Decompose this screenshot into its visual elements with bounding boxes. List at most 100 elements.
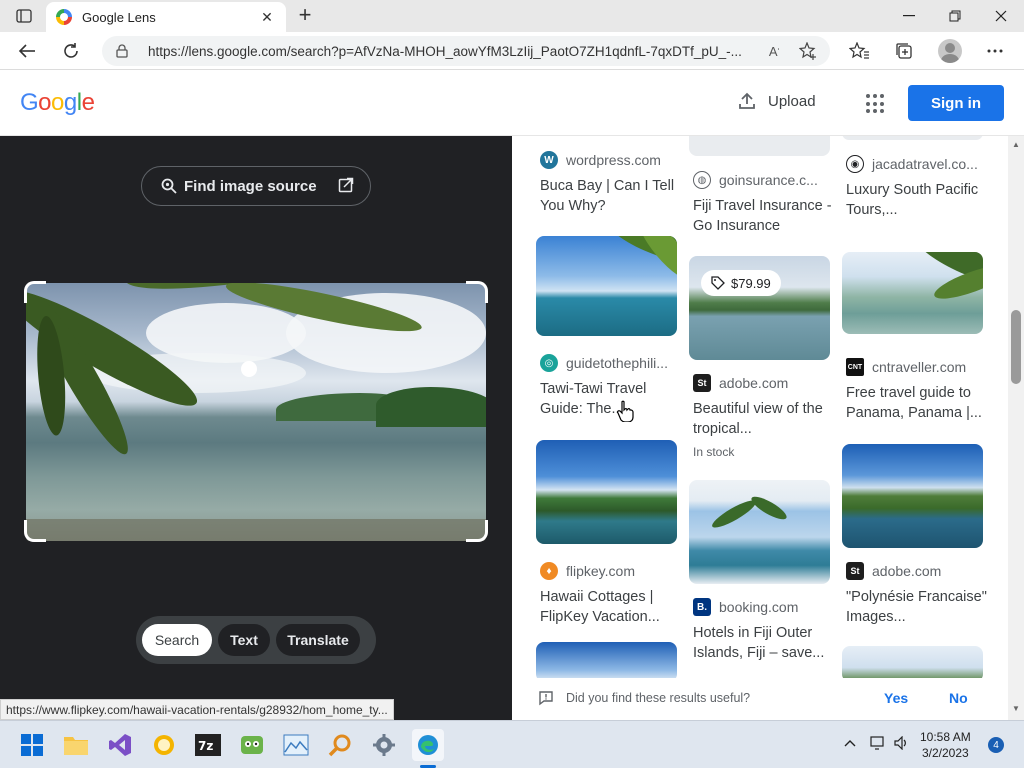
google-lens-favicon-icon <box>56 9 72 25</box>
feedback-no-button[interactable]: No <box>949 690 968 706</box>
result-source: W wordpress.com <box>540 151 661 169</box>
lens-image-panel: Find image source Search Text Translate <box>0 136 512 720</box>
svg-text:7z: 7z <box>198 739 213 753</box>
result-source: St adobe.com <box>693 374 788 392</box>
result-thumbnail[interactable] <box>536 236 677 336</box>
result-title[interactable]: Beautiful view of the tropical... <box>693 399 834 439</box>
result-thumbnail[interactable] <box>842 136 983 140</box>
price-badge: $79.99 <box>701 270 781 296</box>
lens-mode-switcher: Search Text Translate <box>136 616 376 664</box>
collections-icon[interactable] <box>893 40 915 62</box>
settings-gear-icon[interactable] <box>368 729 400 761</box>
result-title[interactable]: Hotels in Fiji Outer Islands, Fiji – sav… <box>693 623 834 663</box>
clock-date: 3/2/2023 <box>921 746 969 760</box>
volume-icon[interactable] <box>894 735 910 753</box>
url-text[interactable]: https://lens.google.com/search?p=AfVzNa-… <box>148 44 758 59</box>
feedback-yes-button[interactable]: Yes <box>884 690 908 706</box>
adobe-stock-icon: St <box>846 562 864 580</box>
result-thumbnail[interactable] <box>689 480 830 584</box>
file-explorer-icon[interactable] <box>60 729 92 761</box>
more-options-icon[interactable] <box>984 40 1006 62</box>
result-title[interactable]: "Polynésie Francaise" Images... <box>846 587 987 627</box>
adobe-stock-icon: St <box>693 374 711 392</box>
back-button[interactable] <box>12 36 42 66</box>
browser-tab-google-lens[interactable]: Google Lens ✕ <box>46 2 286 32</box>
mode-translate-button[interactable]: Translate <box>276 624 360 656</box>
crop-handle-top-right[interactable] <box>466 281 488 303</box>
upload-icon <box>739 92 755 109</box>
game-app-icon[interactable] <box>236 729 268 761</box>
result-title[interactable]: Luxury South Pacific Tours,... <box>846 180 987 220</box>
google-apps-icon[interactable] <box>866 94 886 114</box>
page-scrollbar[interactable]: ▲ ▼ <box>1008 136 1024 720</box>
hand-cursor-icon <box>616 400 634 427</box>
favorites-icon[interactable] <box>848 40 870 62</box>
selected-beach-image[interactable] <box>26 283 486 541</box>
norton-icon[interactable] <box>148 729 180 761</box>
result-title[interactable]: Hawaii Cottages | FlipKey Vacation... <box>540 587 681 627</box>
wordpress-icon: W <box>540 151 558 169</box>
close-window-button[interactable] <box>978 4 1024 28</box>
crop-handle-bottom-right[interactable] <box>466 520 488 542</box>
result-title[interactable]: Tawi-Tawi Travel Guide: The... <box>540 379 681 419</box>
lock-icon[interactable] <box>116 44 130 58</box>
clock-time: 10:58 AM <box>920 730 971 744</box>
upload-label: Upload <box>768 92 816 110</box>
network-icon[interactable] <box>870 736 886 753</box>
result-thumbnail[interactable] <box>536 440 677 544</box>
sign-in-button[interactable]: Sign in <box>908 85 1004 121</box>
cntraveller-icon: CNT <box>846 358 864 376</box>
new-tab-button[interactable]: + <box>292 4 318 28</box>
restore-button[interactable] <box>932 4 978 28</box>
result-title[interactable]: Fiji Travel Insurance - Go Insurance <box>693 196 834 236</box>
start-button[interactable] <box>16 729 48 761</box>
address-bar[interactable]: https://lens.google.com/search?p=AfVzNa-… <box>102 36 830 66</box>
search-tool-icon[interactable] <box>324 729 356 761</box>
visual-matches-grid: W wordpress.com Buca Bay | Can I Tell Yo… <box>512 136 1008 720</box>
result-source: ◎ guidetothephili... <box>540 354 668 372</box>
result-source: ◉ jacadatravel.co... <box>846 155 978 173</box>
upload-button[interactable]: Upload <box>738 92 816 110</box>
mode-text-button[interactable]: Text <box>218 624 270 656</box>
result-thumbnail[interactable] <box>842 252 983 334</box>
tab-actions-icon[interactable] <box>10 6 38 26</box>
result-thumbnail[interactable] <box>536 642 677 682</box>
result-thumbnail[interactable] <box>689 136 830 156</box>
find-image-source-button[interactable]: Find image source <box>141 166 371 206</box>
refresh-button[interactable] <box>56 36 86 66</box>
flipkey-icon: ♦ <box>540 562 558 580</box>
result-thumbnail[interactable] <box>842 444 983 548</box>
stock-status: In stock <box>693 445 735 459</box>
result-source: St adobe.com <box>846 562 941 580</box>
result-title[interactable]: Free travel guide to Panama, Panama |... <box>846 383 987 423</box>
system-clock[interactable]: 10:58 AM 3/2/2023 <box>920 729 971 761</box>
minimize-button[interactable] <box>886 4 932 28</box>
add-favorite-icon[interactable] <box>798 42 818 60</box>
link-status-bar: https://www.flipkey.com/hawaii-vacation-… <box>0 699 394 720</box>
google-header: Google Upload Sign in <box>0 71 1024 136</box>
mode-search-button[interactable]: Search <box>142 624 212 656</box>
close-tab-icon[interactable]: ✕ <box>258 9 276 26</box>
notification-badge[interactable]: 4 <box>988 737 1004 753</box>
read-aloud-icon[interactable]: Aʹ <box>764 42 784 60</box>
result-thumbnail[interactable]: $79.99 <box>689 256 830 360</box>
edge-browser-icon[interactable] <box>412 729 444 761</box>
7zip-icon[interactable]: 7z <box>192 729 224 761</box>
result-source: B. booking.com <box>693 598 798 616</box>
visual-studio-icon[interactable] <box>104 729 136 761</box>
scrollbar-thumb[interactable] <box>1011 310 1021 384</box>
windows-taskbar: 7z 10:58 AM 3/2/2023 4 <box>0 720 1024 768</box>
feedback-question: Did you find these results useful? <box>566 691 751 705</box>
profile-avatar[interactable] <box>938 39 962 63</box>
google-logo[interactable]: Google <box>20 89 95 117</box>
image-viewer-icon[interactable] <box>280 729 312 761</box>
crop-handle-top-left[interactable] <box>24 281 46 303</box>
result-thumbnail[interactable] <box>842 646 983 682</box>
site-favicon-icon: ◎ <box>540 354 558 372</box>
crop-handle-bottom-left[interactable] <box>24 520 46 542</box>
object-dot[interactable] <box>241 361 257 377</box>
address-toolbar: https://lens.google.com/search?p=AfVzNa-… <box>0 32 1024 70</box>
show-hidden-icons-chevron-icon[interactable] <box>844 736 856 750</box>
result-title[interactable]: Buca Bay | Can I Tell You Why? <box>540 176 681 216</box>
find-image-source-label: Find image source <box>184 177 317 195</box>
